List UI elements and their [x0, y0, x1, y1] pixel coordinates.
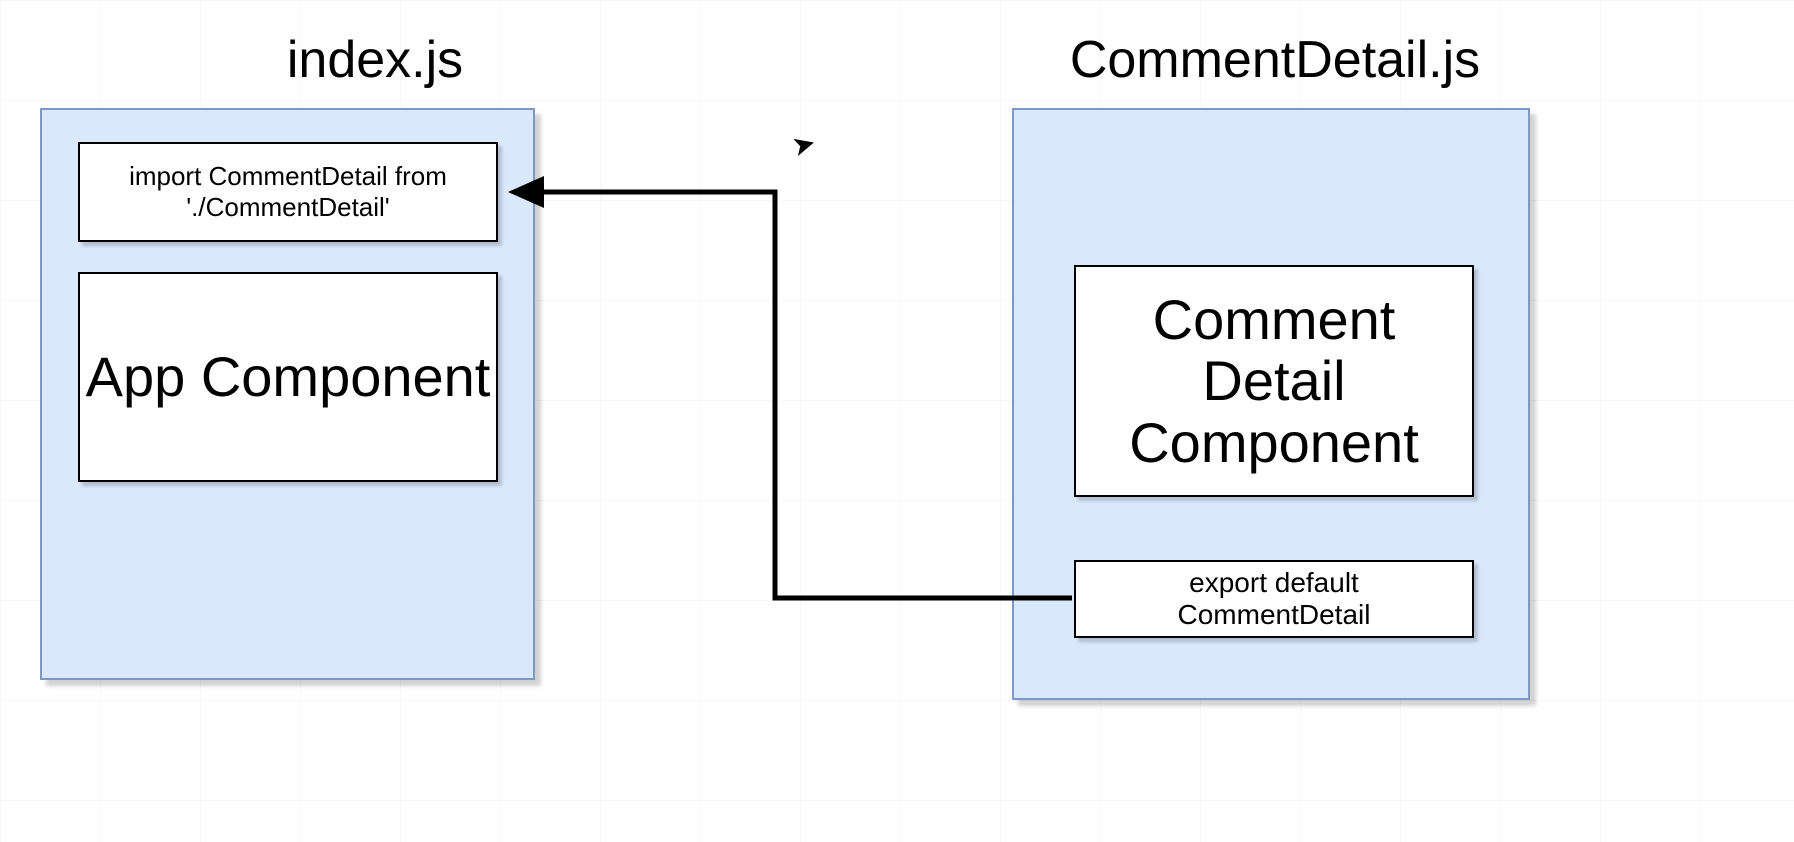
- app-component-box: App Component: [78, 272, 498, 482]
- import-statement-box: import CommentDetail from './CommentDeta…: [78, 142, 498, 242]
- cursor-icon: ➤: [788, 126, 819, 164]
- right-file-title: CommentDetail.js: [1020, 30, 1530, 90]
- right-file-container: Comment Detail Component export default …: [1012, 108, 1530, 700]
- left-file-container: import CommentDetail from './CommentDeta…: [40, 108, 535, 680]
- comment-detail-component-box: Comment Detail Component: [1074, 265, 1474, 497]
- left-file-title: index.js: [190, 30, 560, 90]
- export-statement-box: export default CommentDetail: [1074, 560, 1474, 638]
